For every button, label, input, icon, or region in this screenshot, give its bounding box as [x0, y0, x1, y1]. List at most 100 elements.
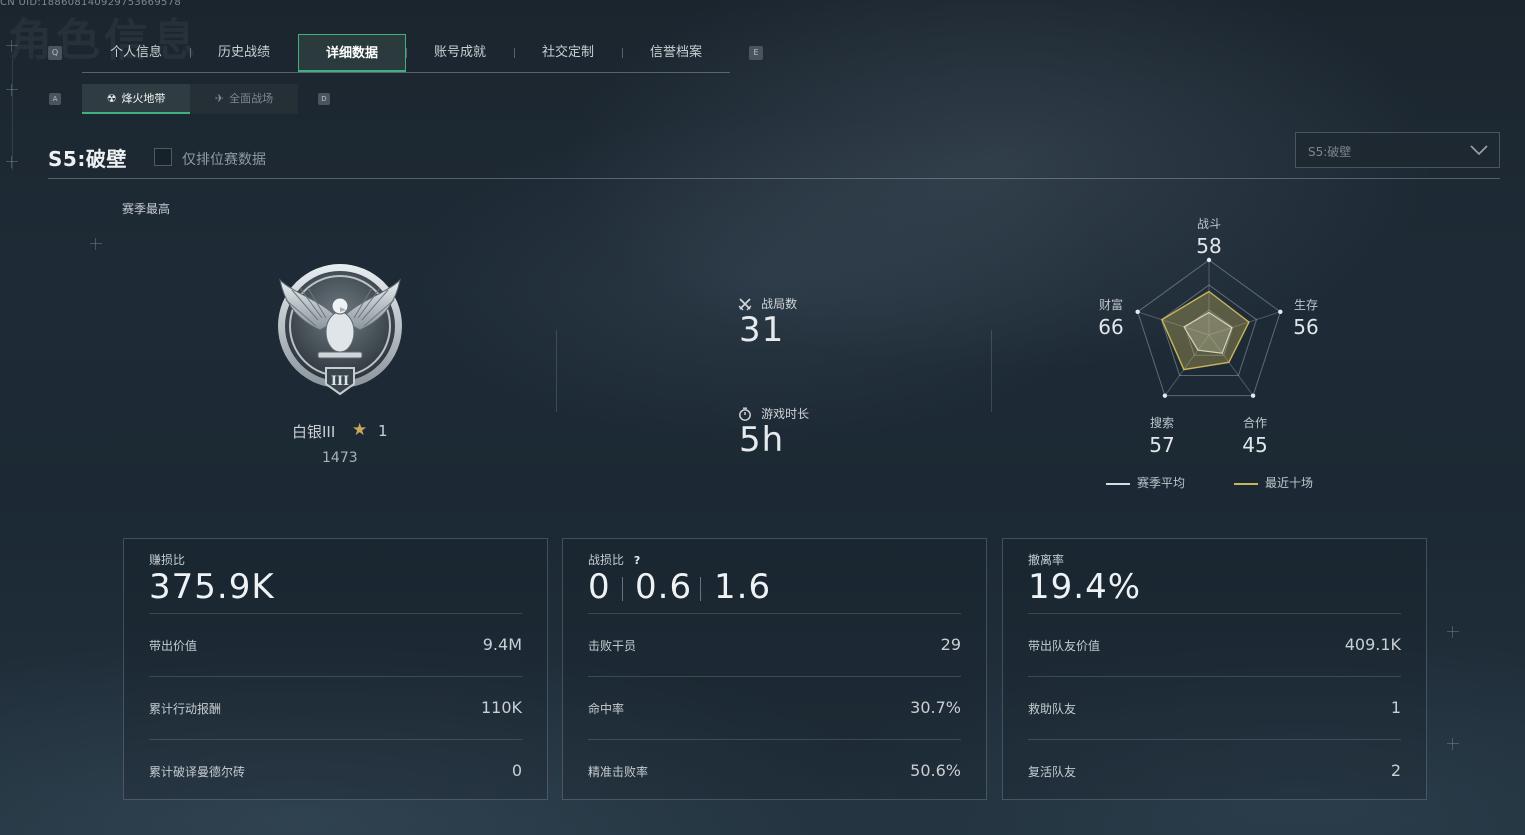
- stat-row: 复活队友 2: [1028, 761, 1401, 781]
- help-icon[interactable]: ?: [630, 554, 644, 568]
- radar-value-search: 57: [1149, 433, 1175, 457]
- stat-value: 30.7%: [910, 698, 961, 717]
- stat-label: 精准击败率: [588, 765, 649, 779]
- tab-personal-info[interactable]: 个人信息: [82, 34, 190, 72]
- tab-credit-record[interactable]: 信誉档案: [622, 34, 730, 72]
- panel-divider: [1028, 739, 1401, 740]
- panel-divider: [588, 739, 961, 740]
- stat-value: 50.6%: [910, 761, 961, 780]
- radar-value-wealth: 66: [1098, 315, 1124, 339]
- panel-divider: [1028, 613, 1401, 614]
- stat-row: 带出队友价值 409.1K: [1028, 635, 1401, 655]
- stat-value: 29: [940, 635, 961, 654]
- legend-label: 赛季平均: [1137, 476, 1186, 490]
- key-hint-d: D: [318, 93, 330, 105]
- key-hint-a: A: [49, 93, 61, 105]
- playtime-value: 5h: [739, 420, 785, 460]
- star-icon: ★: [352, 420, 368, 440]
- subtab-label: 全面战场: [229, 92, 274, 105]
- stat-label: 救助队友: [1028, 702, 1077, 716]
- radar-value-combat: 58: [1196, 234, 1222, 258]
- legend-label: 最近十场: [1265, 476, 1314, 490]
- header-divider: [48, 178, 1500, 179]
- radar-value-survival: 56: [1293, 315, 1319, 339]
- crossed-swords-icon: [738, 297, 752, 310]
- rank-badge-icon: III: [278, 264, 402, 396]
- panel-divider: [588, 676, 961, 677]
- panel-extraction-rate: 撤离率 19.4% 带出队友价值 409.1K 救助队友 1 复活队友 2: [1002, 538, 1427, 800]
- stat-label: 带出价值: [149, 639, 198, 653]
- stat-row: 带出价值 9.4M: [149, 635, 522, 655]
- section-divider: [991, 330, 992, 412]
- legend-swatch-recent-ten: [1234, 482, 1258, 485]
- panel-divider: [149, 739, 522, 740]
- radar-series-recent-ten: [1161, 290, 1250, 371]
- decor-cross: [1447, 626, 1459, 638]
- ranked-only-checkbox[interactable]: [154, 148, 172, 166]
- kd-value-3: 1.6: [714, 567, 772, 607]
- tab-account-achievements[interactable]: 账号成就: [406, 34, 514, 72]
- tab-match-history[interactable]: 历史战绩: [190, 34, 298, 72]
- decor-cross: [6, 40, 18, 52]
- stat-label: 带出队友价值: [1028, 639, 1101, 653]
- radar-value-cooperation: 45: [1242, 433, 1268, 457]
- radar-vertex-dot: [1206, 257, 1212, 263]
- stat-value: 1: [1390, 698, 1401, 717]
- season-select-value: S5:破壁: [1308, 145, 1352, 159]
- subtab-hazard-zone[interactable]: ☢ 烽火地带: [82, 84, 190, 114]
- stat-value: 110K: [480, 698, 522, 717]
- radar-label-cooperation: 合作: [1242, 416, 1267, 430]
- legend-season-average: 赛季平均: [1106, 474, 1185, 491]
- stat-label: 复活队友: [1028, 765, 1077, 779]
- matches-value: 31: [739, 310, 785, 350]
- profit-ratio-title: 赚损比: [149, 553, 186, 567]
- panel-profit-ratio: 赚损比 375.9K 带出价值 9.4M 累计行动报酬 110K 累计破译曼德尔砖 0: [123, 538, 548, 800]
- season-select[interactable]: S5:破壁: [1295, 132, 1500, 168]
- stat-label: 累计行动报酬: [149, 702, 222, 716]
- ranked-only-label[interactable]: 仅排位赛数据: [182, 149, 266, 169]
- stat-value: 2: [1390, 761, 1401, 780]
- rank-star-count: 1: [378, 422, 388, 440]
- legend-swatch-season-average: [1106, 482, 1130, 485]
- stat-value: 9.4M: [482, 635, 522, 654]
- kd-ratio-title: 战损比: [588, 553, 625, 567]
- radar-vertex-dot: [1162, 393, 1168, 398]
- battlefield-icon: ✈: [214, 92, 225, 105]
- kd-separator: [622, 577, 623, 601]
- stat-label: 击败干员: [588, 639, 637, 653]
- stat-row: 命中率 30.7%: [588, 698, 961, 718]
- stat-value: 409.1K: [1344, 635, 1401, 654]
- radar-label-combat: 战斗: [1196, 217, 1221, 231]
- tab-detailed-data[interactable]: 详细数据: [298, 34, 406, 72]
- panel-divider: [588, 613, 961, 614]
- panel-kd-ratio: 战损比? 0 0.6 1.6 击败干员 29 命中率 30.7% 精准击败率 50.6…: [562, 538, 987, 800]
- stat-row: 累计破译曼德尔砖 0: [149, 761, 522, 781]
- legend-recent-ten: 最近十场: [1234, 474, 1313, 491]
- tab-social-customization[interactable]: 社交定制: [514, 34, 622, 72]
- kd-value-2: 0.6: [635, 567, 693, 607]
- main-tab-bar: 个人信息 历史战绩 详细数据 账号成就 社交定制 信誉档案: [82, 34, 730, 73]
- radar-label-search: 搜索: [1149, 416, 1174, 430]
- stat-value: 0: [511, 761, 522, 780]
- season-best-label: 赛季最高: [122, 202, 171, 216]
- ability-radar-chart: [1135, 257, 1283, 398]
- subtab-label: 烽火地带: [121, 92, 166, 105]
- key-hint-e: E: [749, 46, 763, 60]
- panel-divider: [149, 613, 522, 614]
- radar-label-survival: 生存: [1293, 298, 1318, 312]
- decor-cross: [1447, 738, 1459, 750]
- subtab-battlefield[interactable]: ✈ 全面战场: [190, 84, 298, 114]
- stat-row: 精准击败率 50.6%: [588, 761, 961, 781]
- kd-separator: [700, 577, 701, 601]
- kd-value-1: 0: [588, 567, 611, 607]
- rank-name: 白银III: [292, 423, 336, 441]
- decor-line: [12, 60, 13, 170]
- stat-label: 命中率: [588, 702, 625, 716]
- rank-score: 1473: [322, 450, 358, 466]
- radar-vertex-dot: [1135, 309, 1140, 315]
- stopwatch-icon: [739, 407, 751, 421]
- radar-vertex-dot: [1250, 393, 1256, 398]
- stat-row: 累计行动报酬 110K: [149, 698, 522, 718]
- radar-label-wealth: 财富: [1098, 298, 1123, 312]
- panel-divider: [149, 676, 522, 677]
